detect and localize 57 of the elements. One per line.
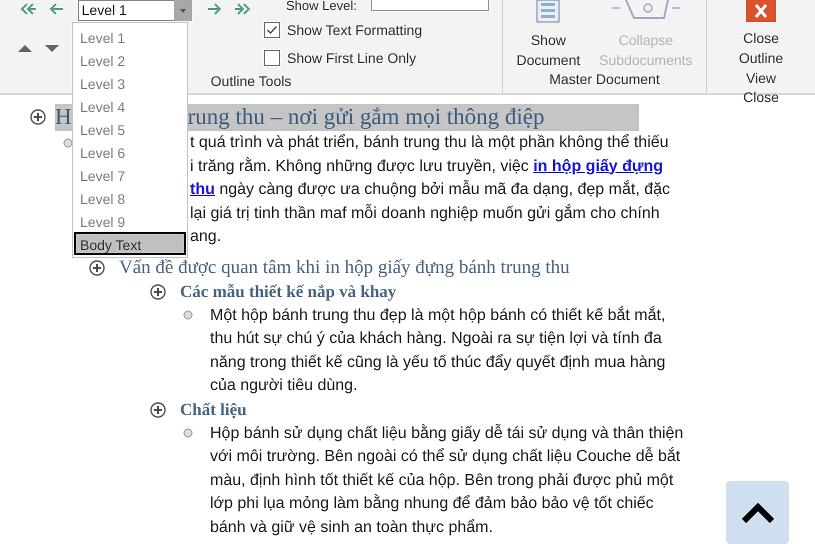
dropdown-option[interactable]: Level 3 bbox=[74, 71, 186, 94]
dropdown-option[interactable]: Level 2 bbox=[74, 48, 186, 71]
level-combo[interactable]: Level 1 bbox=[78, 0, 192, 21]
checkbox[interactable] bbox=[264, 50, 280, 66]
dropdown-option[interactable]: Level 9 bbox=[74, 209, 186, 232]
double-right-arrow-icon[interactable] bbox=[234, 1, 252, 17]
dropdown-option[interactable]: Level 6 bbox=[74, 140, 186, 163]
body-text-line: Một hộp bánh trung thu đẹp là một hộp bánh có thiết kế bắt mắt, bbox=[210, 305, 666, 326]
group-label: Master Document bbox=[549, 70, 660, 89]
link[interactable]: thu bbox=[190, 181, 215, 198]
dropdown-option[interactable]: Level 4 bbox=[74, 94, 186, 117]
body-text-line: năng trong thiết kế cũng là yếu tố thúc đẩy quyết định mua hàng bbox=[210, 352, 666, 372]
body-text-line: ang. bbox=[190, 227, 222, 247]
dropdown-option[interactable]: Level 7 bbox=[74, 163, 186, 186]
body-text-line: màu, định hình tốt thiết kế của hộp. Bên trong phải được phủ một bbox=[210, 470, 674, 490]
body-text-line: t quá trình và phát triển, bánh trung thu là một phần không thể thiếu bbox=[190, 133, 670, 153]
heading-text: rung thu – nơi gửi gắm mọi thông điệp bbox=[188, 104, 544, 130]
checkbox-label: Show Text Formatting bbox=[287, 22, 422, 38]
chevron-up-icon bbox=[740, 502, 774, 524]
checkbox-label: Show First Line Only bbox=[287, 50, 416, 66]
body-text-line: với môi trường. Bên ngoài có thể sử dụng chất liệu Couche dễ bắt bbox=[210, 446, 682, 467]
show-document-button[interactable]: Show Document bbox=[512, 0, 584, 70]
body-text-line: thu hút sự chú ý của khách hàng. Ngoài ra sự tiện lợi và tính đa bbox=[210, 329, 663, 349]
group-label: Outline Tools bbox=[210, 72, 292, 91]
bullet-icon bbox=[63, 138, 73, 148]
expand-plus-icon[interactable] bbox=[89, 260, 105, 276]
dropdown-option[interactable]: Level 8 bbox=[74, 186, 186, 209]
expand-plus-icon[interactable] bbox=[150, 402, 166, 418]
body-text-line: lại giá trị tinh thần maf mỗi doanh nghiệp muốn gửi gắm cho chính bbox=[190, 203, 661, 224]
body-text-line: bánh và giữ vệ sinh an toàn thực phẩm. bbox=[210, 518, 494, 538]
close-outline-view-button[interactable]: Close Outline View bbox=[734, 0, 788, 88]
dropdown-caret-icon bbox=[174, 0, 192, 21]
dropdown-option[interactable]: Body Text bbox=[74, 232, 186, 255]
body-text-line: i trăng rằm. Không những được lưu truyền, việc in hộp giấy đựng bbox=[190, 156, 664, 176]
subheading-text: Chất liệu bbox=[180, 400, 247, 420]
body-text-line: của người tiêu dùng. bbox=[210, 376, 359, 396]
subheading-text: Vấn đề được quan tâm khi in hộp giấy đựng bánh trung thu bbox=[119, 256, 570, 278]
body-text-line: thu ngày càng được ưa chuộng bởi mẫu mã đa dạng, đẹp mắt, đặc bbox=[190, 179, 670, 200]
link[interactable]: in hộp giấy đựng bbox=[533, 158, 664, 174]
body-text-line: lớp phi lụa mỏng làm bằng nhung để đảm bảo bảo vệ tốt chiếc bbox=[210, 493, 655, 514]
dropdown-option[interactable]: Level 5 bbox=[74, 117, 186, 140]
right-arrow-icon[interactable] bbox=[205, 1, 224, 17]
body-text-line: Hộp bánh sử dụng chất liệu bằng giấy dễ tái sử dụng và thân thiện bbox=[210, 423, 684, 444]
left-arrow-icon[interactable] bbox=[48, 1, 66, 17]
group-label: Close bbox=[743, 88, 779, 106]
expand-plus-icon[interactable] bbox=[150, 284, 166, 300]
bullet-icon bbox=[183, 428, 193, 438]
heading-text: H bbox=[55, 104, 72, 130]
checkbox[interactable] bbox=[264, 22, 280, 38]
scroll-to-top-button[interactable] bbox=[726, 481, 789, 544]
bullet-icon bbox=[183, 310, 193, 320]
dropdown-option[interactable]: Level 1 bbox=[74, 25, 186, 48]
show-level-field[interactable] bbox=[370, 0, 489, 11]
show-level-label: Show Level: bbox=[286, 0, 357, 12]
double-left-arrow-icon[interactable] bbox=[19, 1, 37, 17]
expand-plus-icon[interactable] bbox=[30, 109, 46, 125]
subheading-text: Các mẫu thiết kế nắp và khay bbox=[180, 282, 396, 302]
